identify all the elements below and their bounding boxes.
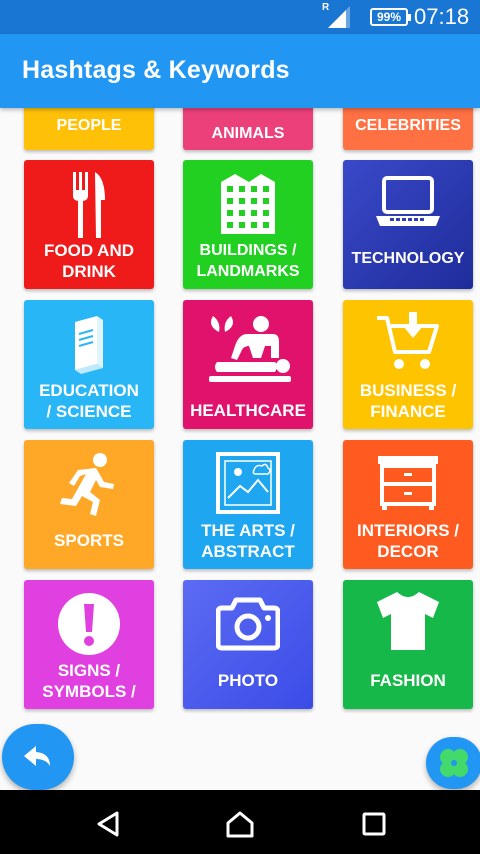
status-bar: R 99% 07:18 [0, 0, 480, 34]
battery-indicator: 99% [370, 8, 411, 26]
picture-icon [183, 452, 313, 514]
back-icon [97, 811, 119, 837]
category-tile-food-and-drink[interactable]: FOOD AND DRINK [24, 160, 154, 289]
category-tile-signs-symbols[interactable]: SIGNS / SYMBOLS / [24, 580, 154, 709]
home-icon [226, 811, 254, 838]
category-label: TECHNOLOGY [351, 250, 465, 267]
category-label: FASHION [370, 671, 446, 690]
tshirt-icon [343, 590, 473, 652]
undo-arrow-icon [24, 746, 50, 766]
signal-icon [328, 6, 350, 28]
nav-home-button[interactable] [224, 808, 256, 840]
category-grid: PEOPLE ANIMALS CELEBRITIES FOOD AND DRIN… [0, 108, 480, 718]
category-label: HEALTHCARE [190, 401, 306, 420]
system-nav-bar [0, 790, 480, 854]
category-label: PEOPLE [56, 117, 122, 134]
category-label: CELEBRITIES [355, 117, 461, 134]
massage-icon [183, 312, 313, 384]
category-label: EDUCATION / SCIENCE [39, 381, 139, 421]
category-tile-buildings-landmarks[interactable]: BUILDINGS / LANDMARKS [183, 160, 313, 289]
category-label: THE ARTS / ABSTRACT [201, 521, 295, 561]
cart-icon [343, 310, 473, 374]
page-title: Hashtags & Keywords [22, 56, 290, 84]
category-tile-animals[interactable]: ANIMALS [183, 108, 313, 150]
category-tile-healthcare[interactable]: HEALTHCARE [183, 300, 313, 429]
category-label: FOOD AND DRINK [43, 241, 135, 281]
category-tile-business-finance[interactable]: BUSINESS / FINANCE [343, 300, 473, 429]
category-tile-technology[interactable]: TECHNOLOGY [343, 160, 473, 289]
recents-icon [362, 812, 386, 836]
category-tile-photo[interactable]: PHOTO [183, 580, 313, 709]
category-tile-sports[interactable]: SPORTS [24, 440, 154, 569]
battery-level: 99% [376, 10, 402, 24]
running-icon [24, 452, 154, 518]
category-tile-people[interactable]: PEOPLE [24, 108, 154, 150]
camera-icon [183, 596, 313, 652]
laptop-icon [343, 176, 473, 228]
clover-icon [440, 749, 468, 777]
category-label: BUILDINGS / LANDMARKS [196, 242, 300, 280]
book-icon [24, 314, 154, 374]
category-tile-celebrities[interactable]: CELEBRITIES [343, 108, 473, 150]
category-label: SPORTS [54, 531, 124, 550]
dresser-icon [343, 454, 473, 510]
category-label: ANIMALS [211, 125, 285, 142]
back-fab-button[interactable] [2, 724, 74, 790]
fork-knife-icon [24, 172, 154, 238]
nav-recents-button[interactable] [358, 808, 390, 840]
category-label: BUSINESS / FINANCE [359, 381, 457, 421]
exclamation-icon [24, 592, 154, 656]
building-icon [183, 172, 313, 234]
category-label: INTERIORS / DECOR [356, 521, 459, 561]
category-tile-interiors-decor[interactable]: INTERIORS / DECOR [343, 440, 473, 569]
category-label: PHOTO [217, 671, 279, 690]
category-tile-fashion[interactable]: FASHION [343, 580, 473, 709]
category-tile-the-arts-abstract[interactable]: THE ARTS / ABSTRACT [183, 440, 313, 569]
category-label: SIGNS / SYMBOLS / [42, 661, 136, 701]
nav-back-button[interactable] [92, 808, 124, 840]
category-tile-education-science[interactable]: EDUCATION / SCIENCE [24, 300, 154, 429]
app-bar: Hashtags & Keywords [0, 34, 480, 108]
clover-fab-button[interactable] [426, 737, 480, 789]
status-clock: 07:18 [414, 4, 470, 29]
